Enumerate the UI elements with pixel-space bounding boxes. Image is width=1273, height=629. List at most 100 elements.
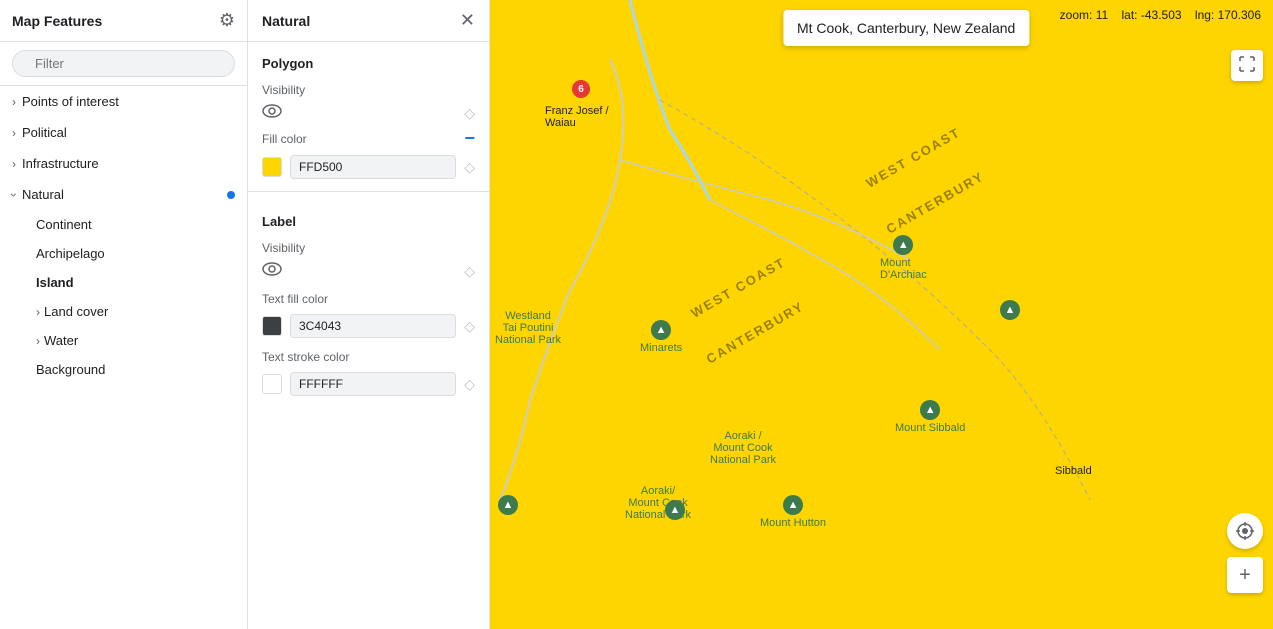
text-stroke-color-value[interactable]: FFFFFF [290,372,456,396]
lng-label: lng: [1195,8,1214,22]
mountain-name: MountD'Archiac [880,257,927,281]
close-icon[interactable]: ✕ [460,10,475,31]
map-marker-6[interactable]: 6 [572,80,590,98]
sidebar-item-infrastructure[interactable]: › Infrastructure [0,148,247,179]
fill-color-swatch[interactable] [262,157,282,177]
filter-bar: ≡ [0,42,247,86]
diamond-icon[interactable]: ◇ [464,159,475,176]
zoom-value: 11 [1096,8,1108,22]
sidebar-item-natural[interactable]: › Natural [0,179,247,210]
region-label-west-coast-2: WEST COAST [688,254,788,320]
region-label-canterbury-2: CANTERBURY [704,298,807,366]
sidebar-subitem-water[interactable]: › Water [0,326,247,355]
visibility-label: Visibility [248,75,489,101]
text-fill-color-value[interactable]: 3C4043 [290,314,456,338]
map-area[interactable]: zoom: 11 lat: -43.503 lng: 170.306 Mt Co… [490,0,1273,629]
label-visibility-row: ◇ [248,259,489,284]
filter-input[interactable] [12,50,235,77]
lng-value: 170.306 [1218,8,1261,22]
park-marker-aoraki1: ▲ [1000,300,1020,320]
map-coordinates: zoom: 11 lat: -43.503 lng: 170.306 [1060,8,1261,22]
text-stroke-color-label: Text stroke color [248,342,489,368]
marker-label: 6 [578,84,584,95]
sidebar-subitem-island[interactable]: Island [0,268,247,297]
sidebar-item-points-of-interest[interactable]: › Points of interest [0,86,247,117]
search-text: Mt Cook, Canterbury, New Zealand [797,20,1015,36]
diamond-icon[interactable]: ◇ [464,263,475,280]
diamond-icon[interactable]: ◇ [464,376,475,393]
park-marker-westland: ▲ [498,495,518,515]
middle-panel-header: Natural ✕ [248,0,489,42]
fullscreen-button[interactable] [1231,50,1263,81]
place-label-franz-josef: Franz Josef /Waiau [545,105,609,129]
park-label-westland: WestlandTai PoutiniNational Park [495,310,561,346]
map-svg [490,0,1273,629]
active-dot [227,191,235,199]
diamond-icon[interactable]: ◇ [464,318,475,335]
mountain-marker-darchiac: ▲ MountD'Archiac [880,235,927,281]
fill-color-value[interactable]: FFD500 [290,155,456,179]
location-button[interactable] [1227,513,1263,549]
sidebar-title: Map Features [12,13,102,29]
sidebar-header: Map Features ⚙ [0,0,247,42]
mountain-icon: ▲ [651,320,671,340]
sidebar-subitem-archipelago[interactable]: Archipelago [0,239,247,268]
sidebar-subitem-background[interactable]: Background [0,355,247,384]
region-label-canterbury-1: CANTERBURY [884,168,987,236]
plus-icon: + [1239,564,1251,587]
filter-wrap: ≡ [12,50,235,77]
polygon-visibility-row: ◇ [248,101,489,126]
polygon-section-label: Polygon [248,42,489,75]
middle-panel-title: Natural [262,13,310,29]
fill-color-row: FFD500 ◇ [248,151,489,183]
search-box: Mt Cook, Canterbury, New Zealand [783,10,1029,46]
lat-label: lat: [1122,8,1138,22]
park-icon: ▲ [498,495,518,515]
text-stroke-color-row: FFFFFF ◇ [248,368,489,400]
chevron-icon: › [12,126,16,140]
sidebar: Map Features ⚙ ≡ › Points of interest › … [0,0,248,629]
sidebar-item-label: Natural [22,187,64,202]
park-marker-aoraki2: ▲ [665,500,685,520]
mountain-marker-hutton: ▲ Mount Hutton [760,495,826,529]
mountain-icon: ▲ [783,495,803,515]
sidebar-subitem-land-cover[interactable]: › Land cover [0,297,247,326]
park-label-aoraki-2: Aoraki/Mount CookNational Park [625,485,691,521]
eye-icon[interactable] [262,103,282,124]
text-stroke-color-swatch[interactable] [262,374,282,394]
diamond-icon[interactable]: ◇ [464,105,475,122]
region-label-west-coast-1: WEST COAST [863,124,963,190]
zoom-plus-button[interactable]: + [1227,557,1263,593]
mountain-icon: ▲ [920,400,940,420]
zoom-label: zoom: [1060,8,1093,22]
minus-icon[interactable]: − [464,128,475,149]
gear-icon[interactable]: ⚙ [219,10,235,31]
label-section-label: Label [248,200,489,233]
park-icon: ▲ [1000,300,1020,320]
eye-icon[interactable] [262,261,282,282]
chevron-icon: › [36,305,40,319]
middle-panel: Natural ✕ Polygon Visibility ◇ Fill colo… [248,0,490,629]
text-fill-color-row: 3C4043 ◇ [248,310,489,342]
chevron-icon: › [12,95,16,109]
park-label-aoraki-1: Aoraki /Mount CookNational Park [710,430,776,466]
lat-value: -43.503 [1141,8,1182,22]
chevron-icon: › [36,334,40,348]
mountain-icon: ▲ [893,235,913,255]
sidebar-item-political[interactable]: › Political [0,117,247,148]
sidebar-item-label: Infrastructure [22,156,99,171]
mountain-marker-minarets: ▲ Minarets [640,320,682,354]
text-fill-color-label: Text fill color [248,284,489,310]
text-fill-color-swatch[interactable] [262,316,282,336]
sidebar-item-label: Points of interest [22,94,119,109]
divider [248,191,489,192]
mountain-name: Mount Sibbald [895,422,965,434]
fill-color-label: Fill color [262,132,307,146]
chevron-icon: › [12,157,16,171]
place-label-sibbald: Sibbald [1055,465,1092,477]
mountain-name: Mount Hutton [760,517,826,529]
park-icon: ▲ [665,500,685,520]
mountain-name: Minarets [640,342,682,354]
sidebar-item-label: Political [22,125,67,140]
sidebar-subitem-continent[interactable]: Continent [0,210,247,239]
